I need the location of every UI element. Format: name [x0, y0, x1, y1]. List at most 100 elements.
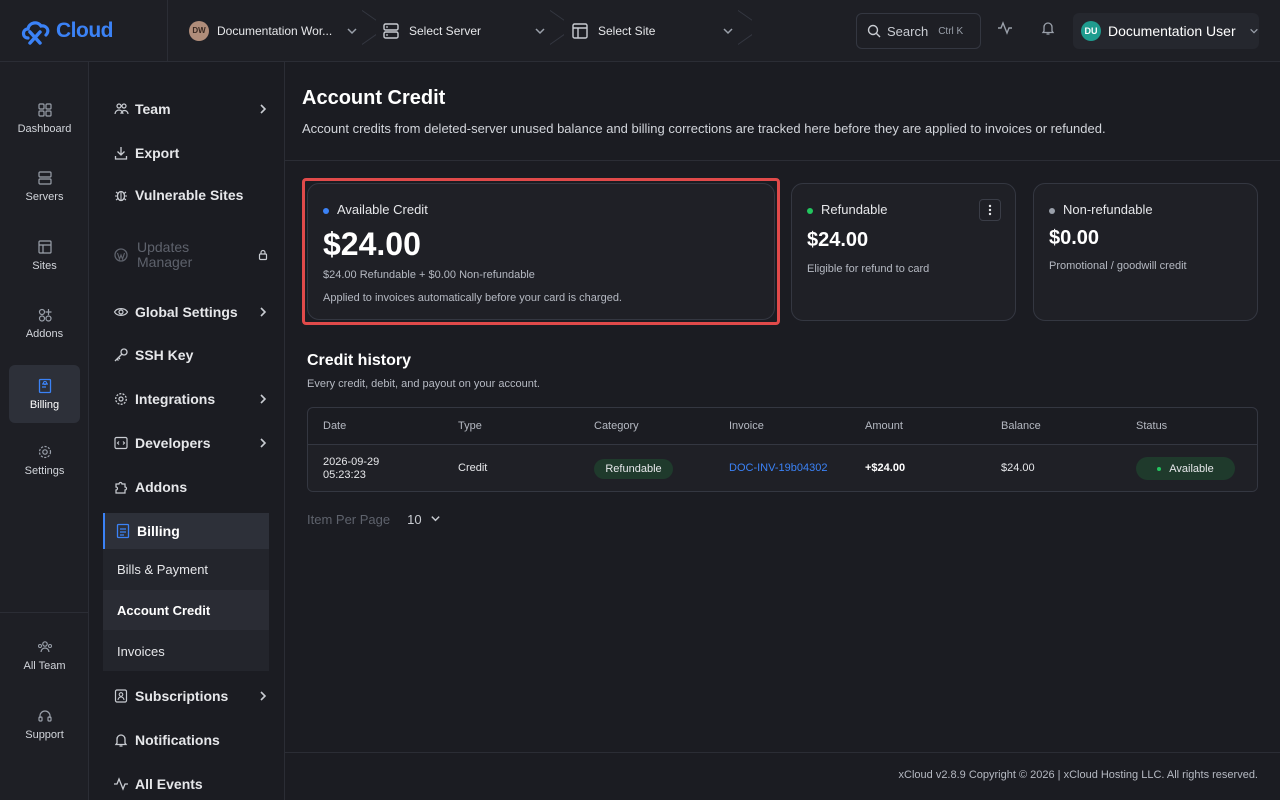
more-vertical-icon: [988, 204, 992, 216]
receipt-icon: [38, 378, 51, 393]
addons-icon: [38, 308, 52, 322]
per-page-select[interactable]: 10: [407, 512, 441, 527]
sidebar-item-notifications[interactable]: Notifications: [113, 724, 269, 756]
highlight-box: [302, 178, 780, 325]
sidebar-item-ssh-key[interactable]: SSH Key: [113, 339, 269, 371]
server-label: Select Server: [409, 23, 482, 38]
rail-label: Billing: [29, 398, 60, 411]
server-icon: [37, 170, 52, 185]
label-line-2: Manager: [137, 254, 193, 270]
team-icon: [114, 103, 129, 115]
brand-name: Cloud: [56, 18, 113, 42]
puzzle-icon: [115, 481, 128, 494]
invoice-link[interactable]: DOC-INV-19b04302: [729, 462, 827, 474]
per-page-label: Item Per Page: [307, 512, 391, 527]
gear-icon: [38, 445, 51, 458]
per-page-value: 10: [407, 512, 422, 527]
column-header: Invoice: [729, 420, 764, 432]
server-selector[interactable]: Select Server: [364, 0, 552, 62]
rail-item-billing[interactable]: Billing: [9, 365, 80, 423]
card-menu-button[interactable]: [979, 199, 1001, 221]
team-icon: [37, 640, 52, 652]
sidebar-item-subscriptions[interactable]: Subscriptions: [113, 680, 269, 712]
refundable-note: Eligible for refund to card: [807, 263, 930, 275]
chevron-right-icon: [260, 104, 267, 114]
sidebar-item-export[interactable]: Export: [113, 137, 269, 169]
sidebar-item-label: All Events: [135, 776, 203, 792]
column-header: Status: [1136, 420, 1168, 432]
sidebar-subitem-label: Invoices: [117, 643, 165, 659]
rail-item-dashboard[interactable]: Dashboard: [9, 89, 80, 147]
sidebar-item-vulnerable-sites[interactable]: Vulnerable Sites: [113, 179, 269, 211]
chevron-right-icon: [260, 307, 267, 317]
rail-label: Servers: [25, 190, 64, 203]
top-bar: Cloud DW Documentation Wor... Select Ser…: [0, 0, 1280, 62]
sidebar-item-team[interactable]: Team: [113, 93, 269, 125]
sidebar-item-label: Addons: [135, 479, 188, 495]
sidebar-item-label: Global Settings: [135, 304, 238, 320]
search-button[interactable]: Search Ctrl K: [856, 13, 981, 49]
bell-icon: [114, 734, 128, 747]
sidebar-item-label: Team: [135, 101, 171, 117]
rail-divider: [0, 612, 89, 613]
workspace-selector[interactable]: DW Documentation Wor...: [168, 0, 364, 62]
sidebar-item-global-settings[interactable]: Global Settings: [113, 296, 269, 328]
sidebar-item-addons[interactable]: Addons: [113, 471, 269, 503]
secondary-nav: Team Export Vulnerable Sites Updates Mana…: [89, 62, 285, 800]
browser-icon: [37, 239, 52, 254]
page-description: Account credits from deleted-server unus…: [302, 121, 1106, 136]
bell-icon[interactable]: [1040, 20, 1056, 36]
section-subtitle: Every credit, debit, and payout on your …: [307, 378, 540, 390]
sidebar-item-all-events[interactable]: All Events: [113, 768, 269, 800]
chevron-right-icon: [260, 438, 267, 448]
site-selector[interactable]: Select Site: [552, 0, 740, 62]
sidebar-item-integrations[interactable]: Integrations: [113, 383, 269, 415]
rail-item-settings[interactable]: Settings: [9, 431, 80, 489]
sidebar-item-developers[interactable]: Developers: [113, 427, 269, 459]
nonrefundable-amount: $0.00: [1049, 227, 1100, 249]
column-header: Category: [594, 420, 639, 432]
dashboard-icon: [37, 102, 52, 117]
sidebar-subitem-bills-payment[interactable]: Bills & Payment: [103, 549, 269, 589]
search-label: Search: [887, 23, 929, 39]
rail-label: Sites: [32, 259, 57, 272]
status-text: Available: [1169, 462, 1214, 475]
activity-icon[interactable]: [997, 20, 1013, 36]
primary-nav: Dashboard Servers Sites Addons Billing S…: [0, 62, 89, 800]
card-label: Non-refundable: [1049, 202, 1153, 217]
cell-type: Credit: [458, 462, 488, 474]
site-label: Select Site: [598, 23, 656, 38]
search-shortcut: Ctrl K: [938, 25, 964, 37]
rail-item-sites[interactable]: Sites: [9, 226, 80, 284]
user-menu[interactable]: DU Documentation User: [1073, 13, 1259, 49]
sidebar-item-label: Updates Manager: [137, 240, 192, 270]
sidebar-item-label: Export: [135, 145, 180, 161]
sidebar-subitem-account-credit[interactable]: Account Credit: [103, 590, 269, 630]
headset-icon: [37, 709, 52, 722]
nonrefundable-credit-card: Non-refundable $0.00 Promotional / goodw…: [1033, 183, 1258, 321]
credit-history-table: Date Type Category Invoice Amount Balanc…: [307, 407, 1258, 492]
sidebar-item-billing[interactable]: Billing: [103, 513, 269, 549]
chevron-down-icon: [431, 516, 440, 522]
bug-icon: [115, 190, 127, 202]
rail-item-servers[interactable]: Servers: [9, 157, 80, 215]
sidebar-subitem-invoices[interactable]: Invoices: [103, 631, 269, 671]
app-root: Cloud DW Documentation Wor... Select Ser…: [0, 0, 1280, 800]
sidebar-subitem-label: Account Credit: [117, 602, 211, 618]
avatar: DU: [1081, 21, 1101, 41]
chevron-down-icon: [1249, 28, 1258, 34]
section-title: Credit history: [307, 352, 412, 369]
rail-item-addons[interactable]: Addons: [9, 294, 80, 352]
refundable-credit-card: Refundable $24.00 Eligible for refund to…: [791, 183, 1016, 321]
footer: xCloud v2.8.9 Copyright © 2026 | xCloud …: [285, 752, 1280, 800]
chevron-right-icon: [260, 394, 267, 404]
rail-item-all-team[interactable]: All Team: [9, 626, 80, 684]
rail-item-support[interactable]: Support: [9, 695, 80, 753]
status-badge: Available: [1136, 457, 1235, 480]
activity-icon: [114, 777, 128, 791]
nonrefundable-note: Promotional / goodwill credit: [1049, 260, 1187, 272]
brand-logo[interactable]: Cloud: [0, 0, 168, 62]
header-divider: [285, 160, 1280, 161]
column-header: Type: [458, 420, 482, 432]
label-line-1: Updates: [137, 239, 190, 255]
